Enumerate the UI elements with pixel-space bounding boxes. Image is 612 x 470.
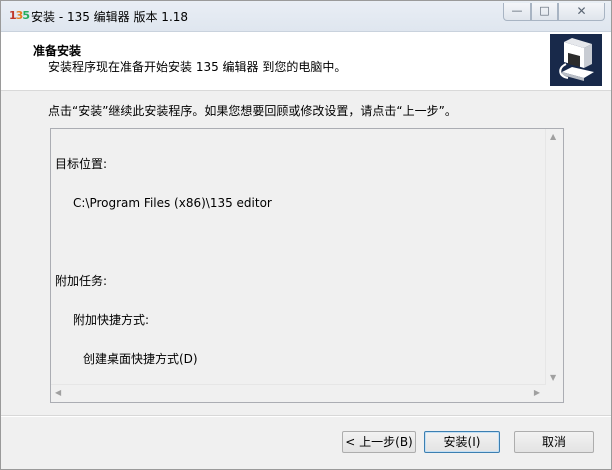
memo-line: C:\Program Files (x86)\135 editor <box>73 196 272 210</box>
instruction-text: 点击“安装”继续此安装程序。如果您想要回顾或修改设置，请点击“上一步”。 <box>48 104 457 118</box>
scroll-down-arrow-icon[interactable]: ▼ <box>550 373 556 382</box>
close-button[interactable]: ✕ <box>558 3 605 21</box>
page-description: 安装程序现在准备开始安装 135 编辑器 到您的电脑中。 <box>48 60 347 74</box>
installer-computer-icon <box>550 34 602 86</box>
scroll-right-arrow-icon[interactable]: ▶ <box>534 388 540 397</box>
app-icon: 135 <box>9 9 30 22</box>
scroll-left-arrow-icon[interactable]: ◀ <box>55 388 61 397</box>
memo-line: 附加任务: <box>55 274 108 288</box>
memo-line: 附加快捷方式: <box>73 313 150 327</box>
close-icon: ✕ <box>576 4 587 18</box>
window-title: 安装 - 135 编辑器 版本 1.18 <box>31 10 189 24</box>
minimize-icon: — <box>511 4 523 17</box>
back-button[interactable]: < 上一步(B) <box>342 431 416 453</box>
maximize-icon: □ <box>539 4 550 17</box>
install-button[interactable]: 安装(I) <box>424 431 500 453</box>
memo-line: 创建桌面快捷方式(D) <box>83 352 198 366</box>
horizontal-scrollbar[interactable]: ◀ ▶ <box>51 384 546 402</box>
installer-window: 135 安装 - 135 编辑器 版本 1.18 — □ ✕ 准备安装 安装程序… <box>0 0 612 470</box>
title-bar[interactable]: 135 安装 - 135 编辑器 版本 1.18 — □ ✕ <box>1 1 611 32</box>
ready-memo[interactable]: 目标位置: C:\Program Files (x86)\135 editor … <box>50 128 564 403</box>
memo-text: 目标位置: C:\Program Files (x86)\135 editor … <box>55 132 547 384</box>
cancel-button[interactable]: 取消 <box>514 431 594 453</box>
scrollbar-corner <box>546 385 563 402</box>
footer-divider <box>1 415 611 417</box>
page-title: 准备安装 <box>33 44 82 58</box>
minimize-button[interactable]: — <box>503 3 531 21</box>
scroll-up-arrow-icon[interactable]: ▲ <box>550 132 556 141</box>
memo-line: 目标位置: <box>55 157 108 171</box>
memo-line <box>55 236 547 249</box>
maximize-button[interactable]: □ <box>531 3 558 21</box>
vertical-scrollbar[interactable]: ▲ ▼ <box>545 129 563 385</box>
wizard-header: 准备安装 安装程序现在准备开始安装 135 编辑器 到您的电脑中。 <box>1 32 611 91</box>
